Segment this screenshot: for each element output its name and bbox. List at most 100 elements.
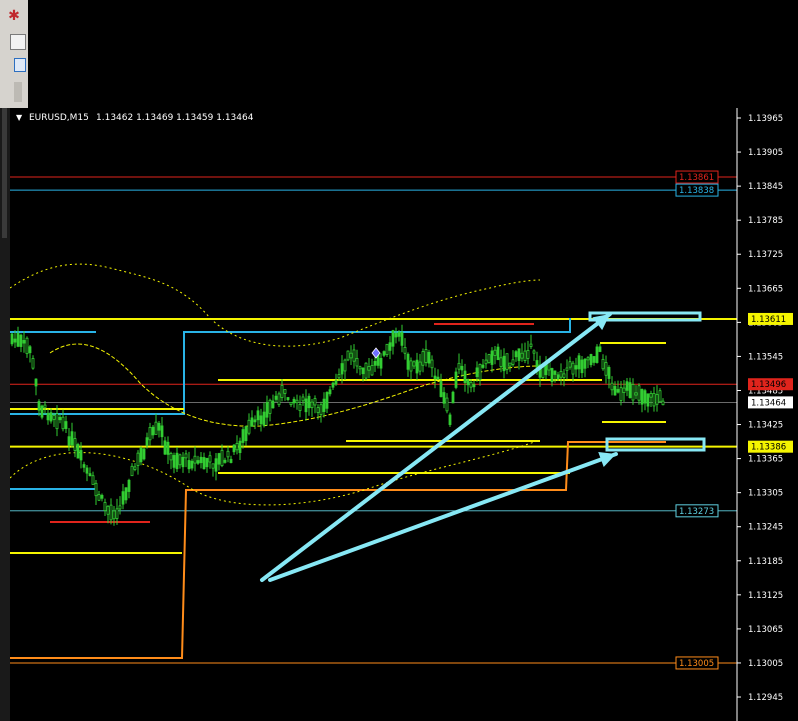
- candle-body: [322, 398, 326, 412]
- candle-body: [616, 389, 620, 393]
- candle-body: [655, 394, 659, 405]
- axis-price-tag-label: 1.13496: [751, 380, 786, 390]
- candle-body: [316, 407, 320, 413]
- candle-body: [175, 452, 179, 470]
- dropdown-triangle-icon[interactable]: ▼: [16, 113, 23, 122]
- axis-tick-label: 1.13125: [748, 591, 783, 601]
- candle-body: [400, 332, 404, 346]
- candle-body: [331, 382, 335, 388]
- toolbar-scroll[interactable]: [14, 82, 22, 102]
- candle-body: [448, 414, 452, 425]
- candle-body: [199, 456, 203, 464]
- candle-body: [337, 374, 341, 379]
- toolbar-button[interactable]: [10, 34, 26, 50]
- candle-body: [433, 375, 437, 379]
- candle-body: [112, 510, 116, 520]
- candle-body: [451, 391, 455, 404]
- candle-body: [481, 364, 485, 368]
- candle-body: [631, 384, 635, 401]
- candle-body: [592, 356, 596, 363]
- candle-body: [352, 349, 356, 362]
- candle-body: [349, 352, 353, 359]
- candle-body: [97, 494, 101, 501]
- candle-body: [307, 395, 311, 409]
- axis-tick-label: 1.13365: [748, 455, 783, 465]
- axis-tick-label: 1.12945: [748, 693, 783, 703]
- candle-body: [166, 441, 170, 455]
- symbol-label: EURUSD,M15: [29, 113, 89, 123]
- candle-body: [532, 350, 536, 354]
- candle-body: [418, 361, 422, 372]
- axis-tick-label: 1.13725: [748, 250, 783, 260]
- candle-body: [415, 359, 419, 374]
- candle-body: [157, 422, 161, 431]
- candle-body: [121, 491, 125, 505]
- candle-body: [454, 371, 458, 388]
- candle-body: [85, 467, 89, 474]
- candle-body: [217, 453, 221, 465]
- candle-body: [241, 429, 245, 443]
- candle-body: [553, 370, 557, 375]
- candle-body: [67, 436, 71, 446]
- candle-body: [406, 353, 410, 370]
- axis-tick-label: 1.13545: [748, 352, 783, 362]
- candle-body: [520, 352, 524, 359]
- candle-body: [646, 393, 650, 407]
- axis-tick-label: 1.13185: [748, 557, 783, 567]
- axis-tick-label: 1.13065: [748, 625, 783, 635]
- candle-body: [208, 455, 212, 463]
- candle-body: [313, 398, 317, 406]
- candle-body: [280, 384, 284, 398]
- line-price-tag-label: 1.13005: [679, 659, 714, 669]
- candle-body: [379, 357, 383, 369]
- price-chart[interactable]: 1.13965 1.13905 1.13845 1.13785 1.13725 1.136…: [10, 108, 798, 721]
- candle-body: [319, 404, 323, 415]
- axis-tick-label: 1.13845: [748, 182, 783, 192]
- candle-body: [253, 419, 257, 423]
- left-scrollbar[interactable]: [0, 108, 10, 721]
- candle-body: [661, 400, 665, 406]
- scrollbar-thumb[interactable]: [2, 108, 7, 238]
- toolbar-button[interactable]: [14, 58, 26, 72]
- candle-body: [286, 397, 290, 400]
- candle-body: [103, 502, 107, 511]
- candle-body: [250, 417, 254, 427]
- candle-body: [244, 426, 248, 442]
- axis-tick-label: 1.13305: [748, 489, 783, 499]
- candle-body: [397, 331, 401, 337]
- candle-body: [259, 415, 263, 425]
- candle-body: [34, 378, 38, 387]
- candle-body: [100, 494, 104, 499]
- axis-tick-label: 1.13905: [748, 148, 783, 158]
- candle-body: [526, 350, 530, 359]
- candle-body: [247, 419, 251, 434]
- candle-body: [403, 346, 407, 354]
- metatrader-logo-icon: ✱: [8, 8, 20, 24]
- candle-body: [607, 367, 611, 379]
- candle-body: [187, 460, 191, 470]
- candle-body: [19, 334, 23, 347]
- candle-body: [424, 349, 428, 363]
- candle-body: [388, 342, 392, 351]
- candle-body: [148, 427, 152, 441]
- candle-body: [514, 351, 518, 358]
- candle-body: [463, 370, 467, 383]
- candle-body: [556, 374, 560, 380]
- candle-body: [133, 466, 137, 470]
- terminal-toolbar: ✱: [0, 0, 28, 108]
- candle-body: [136, 452, 140, 466]
- candle-body: [295, 399, 299, 404]
- candle-body: [466, 379, 470, 386]
- axis-price-tag-label: 1.13611: [751, 315, 786, 325]
- candle-body: [106, 505, 110, 515]
- candle-body: [598, 346, 602, 352]
- candle-body: [274, 395, 278, 400]
- candle-body: [445, 397, 449, 412]
- candle-body: [490, 350, 494, 365]
- candle-body: [517, 348, 521, 361]
- candle-body: [550, 368, 554, 383]
- candle-body: [127, 479, 131, 492]
- candle-body: [367, 366, 371, 371]
- candle-body: [370, 365, 374, 376]
- candle-body: [325, 392, 329, 409]
